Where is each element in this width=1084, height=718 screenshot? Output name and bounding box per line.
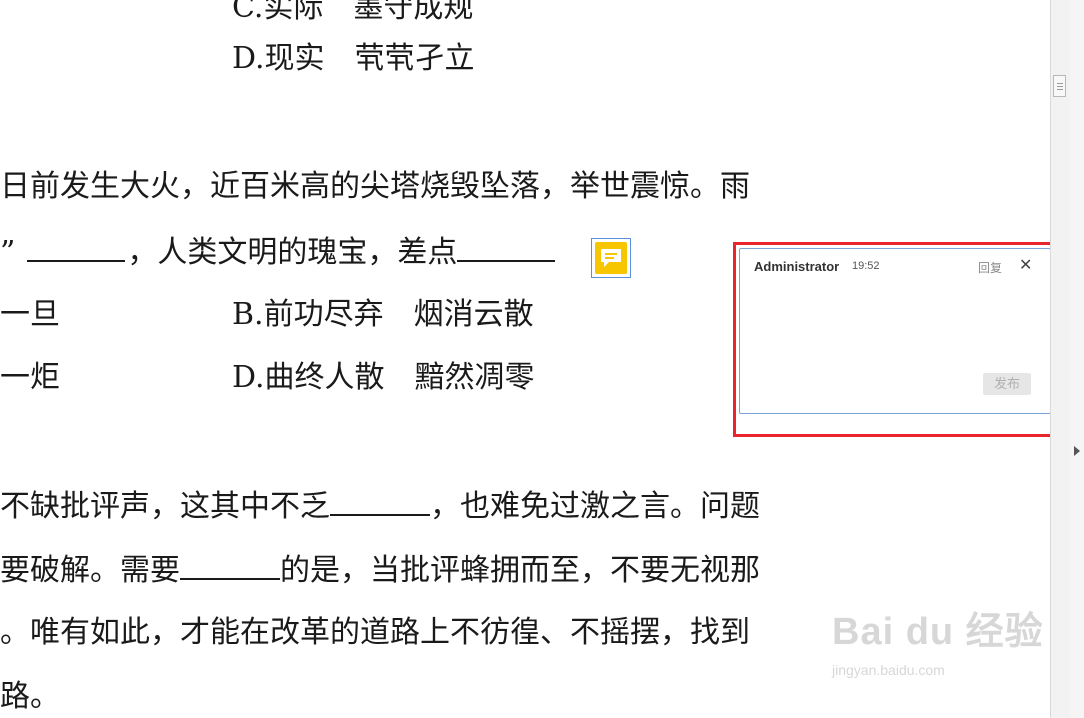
text-line-paragraph-3: 不缺批评声，这其中不乏 ，也难免过激之言。问题 [0, 488, 760, 524]
expand-arrow-icon[interactable] [1074, 446, 1080, 456]
fill-blank [330, 488, 430, 516]
fill-blank [457, 234, 556, 262]
option-text: 一炬 [0, 360, 60, 395]
comment-panel[interactable]: Administrator 19:52 回复 ✕ 发布 [739, 248, 1051, 414]
paragraph-text: ，人类文明的瑰宝，差点 [127, 235, 458, 270]
scrollbar-thumb[interactable] [1053, 75, 1066, 97]
text-line-paragraph-4: 要破解。需要 的是，当批评蜂拥而至，不要无视那 [0, 552, 760, 588]
paragraph-text: 路。 [0, 679, 60, 714]
vertical-scrollbar[interactable] [1050, 0, 1070, 718]
text-line-cut: C.实际 墨守成规 [232, 0, 474, 25]
comment-author: Administrator [754, 259, 840, 274]
text-line-option-d1: D.现实 茕茕孑立 [232, 42, 475, 76]
quote-mark: ” [0, 235, 16, 270]
fill-blank [27, 234, 126, 262]
baidu-watermark: Bai du 经验 jingyan.baidu.com [832, 600, 1044, 678]
comment-time: 19:52 [852, 260, 880, 272]
watermark-brand: Bai du 经验 [832, 611, 1044, 653]
text-line-option-b: B.前功尽弃 烟消云散 [232, 298, 534, 332]
option-text: 一旦 [0, 297, 60, 332]
close-icon[interactable]: ✕ [1019, 255, 1032, 275]
fill-blank [180, 552, 280, 580]
text-line-options-row-1: 一旦 [0, 298, 60, 332]
text-line-paragraph-6: 路。 [0, 680, 60, 714]
speech-bubble-icon [601, 249, 621, 267]
paragraph-text: ，也难免过激之言。问题 [430, 489, 760, 524]
paragraph-text: 的是，当批评蜂拥而至，不要无视那 [280, 553, 760, 588]
option-text: B.前功尽弃 烟消云散 [232, 297, 534, 332]
text-line-paragraph-1: 日前发生大火，近百米高的尖塔烧毁坠落，举世震惊。雨 [0, 170, 750, 204]
text-line-options-row-2: 一炬 [0, 361, 60, 395]
text-line-paragraph-5: 。唯有如此，才能在改革的道路上不彷徨、不摇摆，找到 [0, 616, 750, 650]
watermark-url: jingyan.baidu.com [832, 662, 945, 678]
reply-button[interactable]: 回复 [978, 259, 1002, 276]
side-panel-gutter [1070, 0, 1084, 718]
option-text: D.现实 茕茕孑立 [232, 41, 475, 76]
paragraph-text: 不缺批评声，这其中不乏 [0, 489, 330, 524]
option-text: D.曲终人散 黯然凋零 [232, 360, 535, 395]
paragraph-text: 要破解。需要 [0, 553, 180, 588]
publish-button[interactable]: 发布 [983, 373, 1031, 395]
comment-marker[interactable] [591, 238, 631, 278]
paragraph-text: 日前发生大火，近百米高的尖塔烧毁坠落，举世震惊。雨 [0, 169, 750, 204]
text-line-option-d2: D.曲终人散 黯然凋零 [232, 361, 535, 395]
text-line-paragraph-2: ” ，人类文明的瑰宝，差点 [0, 234, 556, 270]
paragraph-text: 。唯有如此，才能在改革的道路上不彷徨、不摇摆，找到 [0, 615, 750, 650]
